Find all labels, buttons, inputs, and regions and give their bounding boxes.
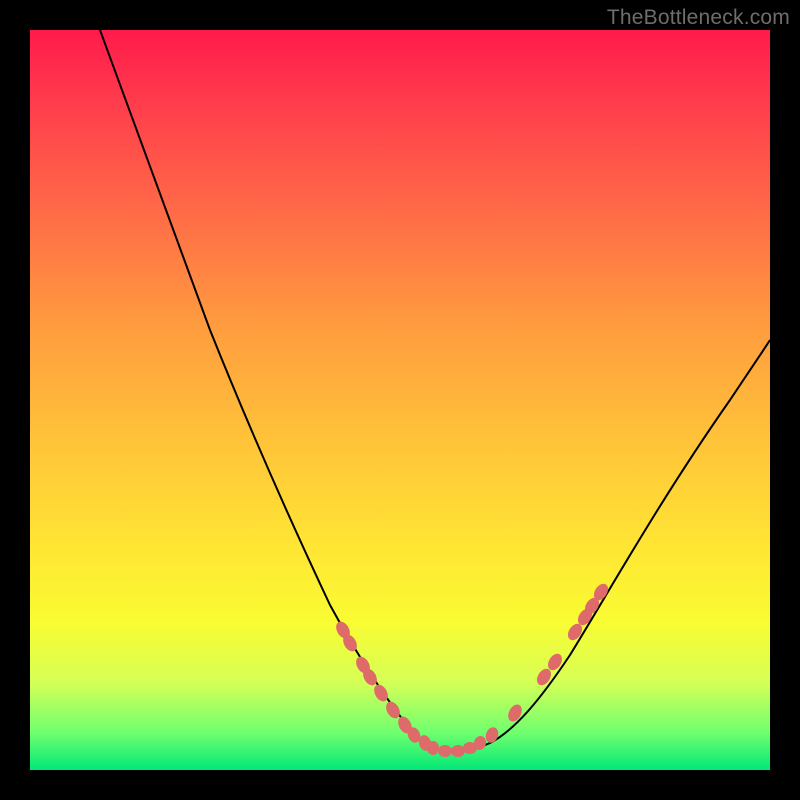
curve-right-branch <box>435 340 770 752</box>
marker-point <box>427 741 439 755</box>
watermark-text: TheBottleneck.com <box>607 6 790 30</box>
marker-point <box>438 745 452 757</box>
marker-point <box>383 699 402 721</box>
marker-point <box>451 745 465 757</box>
plot-area <box>30 30 770 770</box>
marker-point <box>484 725 501 744</box>
chart-frame: TheBottleneck.com <box>0 0 800 800</box>
marker-group <box>333 581 611 757</box>
marker-point <box>505 702 524 724</box>
curve-left-branch <box>100 30 435 750</box>
curve-svg <box>30 30 770 770</box>
